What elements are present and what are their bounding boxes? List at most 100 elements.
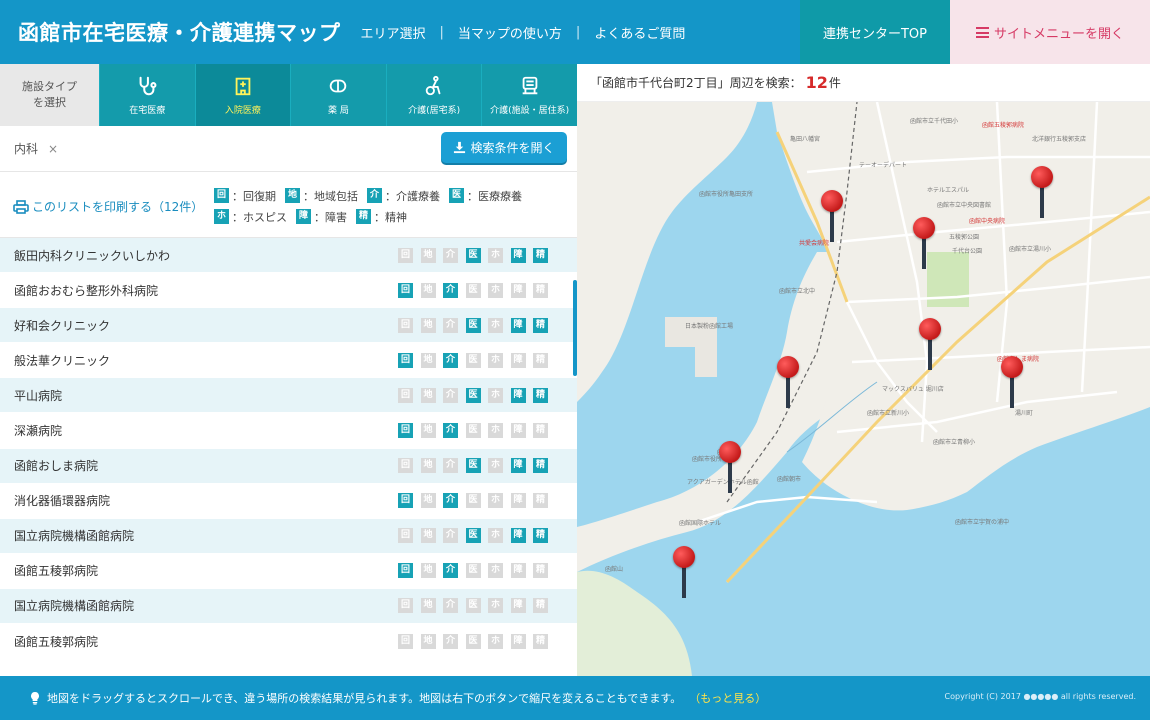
legend-badge: 地	[285, 188, 300, 203]
facility-badge: 医	[465, 563, 481, 579]
nav-separator: |	[439, 24, 444, 40]
facility-badges: 回地介医ホ障精	[398, 317, 556, 333]
facility-badge: 介	[443, 458, 458, 474]
open-search-conditions-button[interactable]: 検索条件を開く	[441, 132, 567, 163]
facility-badge: 精	[533, 352, 548, 368]
facility-badge: ホ	[488, 282, 503, 298]
map-place-label: 湯川町	[1015, 410, 1034, 417]
map-pin-head	[719, 441, 741, 463]
nav-faq[interactable]: よくあるご質問	[594, 23, 685, 42]
map-place-label: 函館五稜郭病院	[982, 122, 1025, 129]
map-place-label: 日本製粉函館工場	[685, 323, 734, 330]
map-pin[interactable]	[821, 190, 843, 242]
facility-badge: 回	[398, 493, 413, 509]
facility-row[interactable]: 深瀬病院 回地介医ホ障精	[0, 413, 577, 449]
facility-badge: ホ	[488, 352, 503, 368]
map-search-prefix: 「函館市千代台町2丁目」周辺を検索：	[590, 76, 802, 90]
facility-badge: ホ	[488, 317, 503, 333]
footer-more-link[interactable]: （もっと見る）	[689, 690, 766, 706]
tab-nursing-facility[interactable]: 介護(施設・居住系)	[481, 64, 577, 126]
facility-row[interactable]: 函館おおむら整形外科病院 回地介医ホ障精	[0, 273, 577, 309]
map-place-label: 函館市立新川小	[867, 410, 910, 417]
facility-row[interactable]: 函館五稜郭病院 回地介医ホ障精	[0, 553, 577, 589]
center-top-button[interactable]: 連携センターTOP	[800, 0, 950, 64]
legend-text: ：ホスピス	[232, 210, 287, 224]
facility-badge: 回	[398, 317, 413, 333]
facility-badge: 地	[420, 563, 436, 579]
facility-name[interactable]: 深瀬病院	[14, 422, 62, 439]
map-pin-stick	[1040, 184, 1044, 218]
legend-text: ：医療療養	[467, 189, 522, 203]
tab-home-care[interactable]: 在宅医療	[99, 64, 195, 126]
facility-row[interactable]: 消化器循環器病院 回地介医ホ障精	[0, 483, 577, 519]
tab-label: 薬 局	[328, 105, 349, 116]
facility-badge: 医	[465, 528, 481, 544]
map-canvas[interactable]	[577, 102, 1150, 676]
tab-nursing-home-based[interactable]: 介護(居宅系)	[385, 64, 482, 126]
legend-badge: 介	[367, 188, 382, 203]
facility-badge: 精	[533, 317, 548, 333]
map-place-label: 函館山	[605, 566, 624, 573]
facility-badge: 回	[398, 633, 413, 649]
map-pin[interactable]	[673, 546, 695, 598]
map-pin[interactable]	[1031, 166, 1053, 218]
facility-row[interactable]: 好和会クリニック 回地介医ホ障精	[0, 308, 577, 344]
facility-name[interactable]: 国立病院機構函館病院	[14, 597, 134, 614]
facility-badge: 介	[443, 528, 458, 544]
map-pin[interactable]	[913, 217, 935, 269]
site-title[interactable]: 函館市在宅医療・介護連携マップ	[0, 17, 341, 47]
facility-name[interactable]: 消化器循環器病院	[14, 492, 110, 509]
legend-badge: 医	[449, 188, 464, 203]
nav-how-to-use[interactable]: 当マップの使い方	[458, 23, 562, 42]
map-pin-stick	[928, 336, 932, 370]
facility-row[interactable]: 函館五稜郭病院 回地介医ホ障精	[0, 624, 577, 660]
facility-badge: 介	[443, 247, 458, 263]
facility-badge: 医	[465, 458, 481, 474]
map-place-label: マックスバリュ 堀川店	[882, 386, 944, 393]
map-pin-stick	[1010, 374, 1014, 408]
facility-list: 飯田内科クリニックいしかわ回地介医ホ障精函館おおむら整形外科病院回地介医ホ障精好…	[0, 238, 577, 660]
facility-badge: 介	[443, 423, 458, 439]
print-list-link[interactable]: このリストを印刷する（12件）	[13, 198, 203, 215]
facility-badge: 地	[420, 247, 436, 263]
facility-name[interactable]: 飯田内科クリニックいしかわ	[14, 247, 170, 264]
facility-badge: 地	[420, 282, 436, 298]
map-panel[interactable]: 「函館市千代台町2丁目」周辺を検索： 12 件 函館市立千代田小 函館五稜郭病院…	[577, 64, 1150, 676]
map-pin[interactable]	[1001, 356, 1023, 408]
facility-row[interactable]: 般法華クリニック 回地介医ホ障精	[0, 343, 577, 379]
chip-close-icon[interactable]: ×	[48, 142, 58, 156]
site-menu-button[interactable]: サイトメニューを開く	[950, 0, 1150, 64]
facility-row[interactable]: 国立病院機構函館病院 回地介医ホ障精	[0, 518, 577, 554]
facility-name[interactable]: 函館五稜郭病院	[14, 633, 98, 650]
facility-badge: ホ	[488, 387, 503, 403]
facility-badge: 障	[510, 282, 526, 298]
facility-badge: 回	[398, 352, 413, 368]
map-place-label: テーオーデパート	[859, 162, 908, 169]
facility-name[interactable]: 国立病院機構函館病院	[14, 527, 134, 544]
facility-badge: 回	[398, 598, 413, 614]
map-pin-head	[777, 356, 799, 378]
facility-name[interactable]: 好和会クリニック	[14, 317, 110, 334]
map-pin-stick	[728, 459, 732, 493]
facility-badge: ホ	[488, 423, 503, 439]
tab-inpatient-care[interactable]: 入院医療	[194, 64, 291, 126]
facility-row[interactable]: 平山病院 回地介医ホ障精	[0, 378, 577, 414]
facility-name[interactable]: 函館五稜郭病院	[14, 562, 98, 579]
tab-pharmacy[interactable]: 薬 局	[290, 64, 386, 126]
facility-row[interactable]: 国立病院機構函館病院 回地介医ホ障精	[0, 588, 577, 625]
nav-area-select[interactable]: エリア選択	[361, 23, 426, 42]
facility-type-label: 施設タイプ を選択	[0, 64, 99, 126]
facility-badge: 医	[465, 387, 481, 403]
facility-row[interactable]: 飯田内科クリニックいしかわ 回地介医ホ障精	[0, 238, 577, 274]
map-pin[interactable]	[777, 356, 799, 408]
facility-name[interactable]: 函館おおむら整形外科病院	[14, 282, 158, 299]
facility-name[interactable]: 平山病院	[14, 387, 62, 404]
facility-badge: 地	[420, 423, 436, 439]
facility-badge: ホ	[488, 458, 503, 474]
facility-name[interactable]: 般法華クリニック	[14, 352, 110, 369]
facility-name[interactable]: 函館おしま病院	[14, 457, 98, 474]
map-pin[interactable]	[719, 441, 741, 493]
map-pin[interactable]	[919, 318, 941, 370]
facility-badge: 障	[510, 387, 526, 403]
facility-row[interactable]: 函館おしま病院 回地介医ホ障精	[0, 448, 577, 484]
